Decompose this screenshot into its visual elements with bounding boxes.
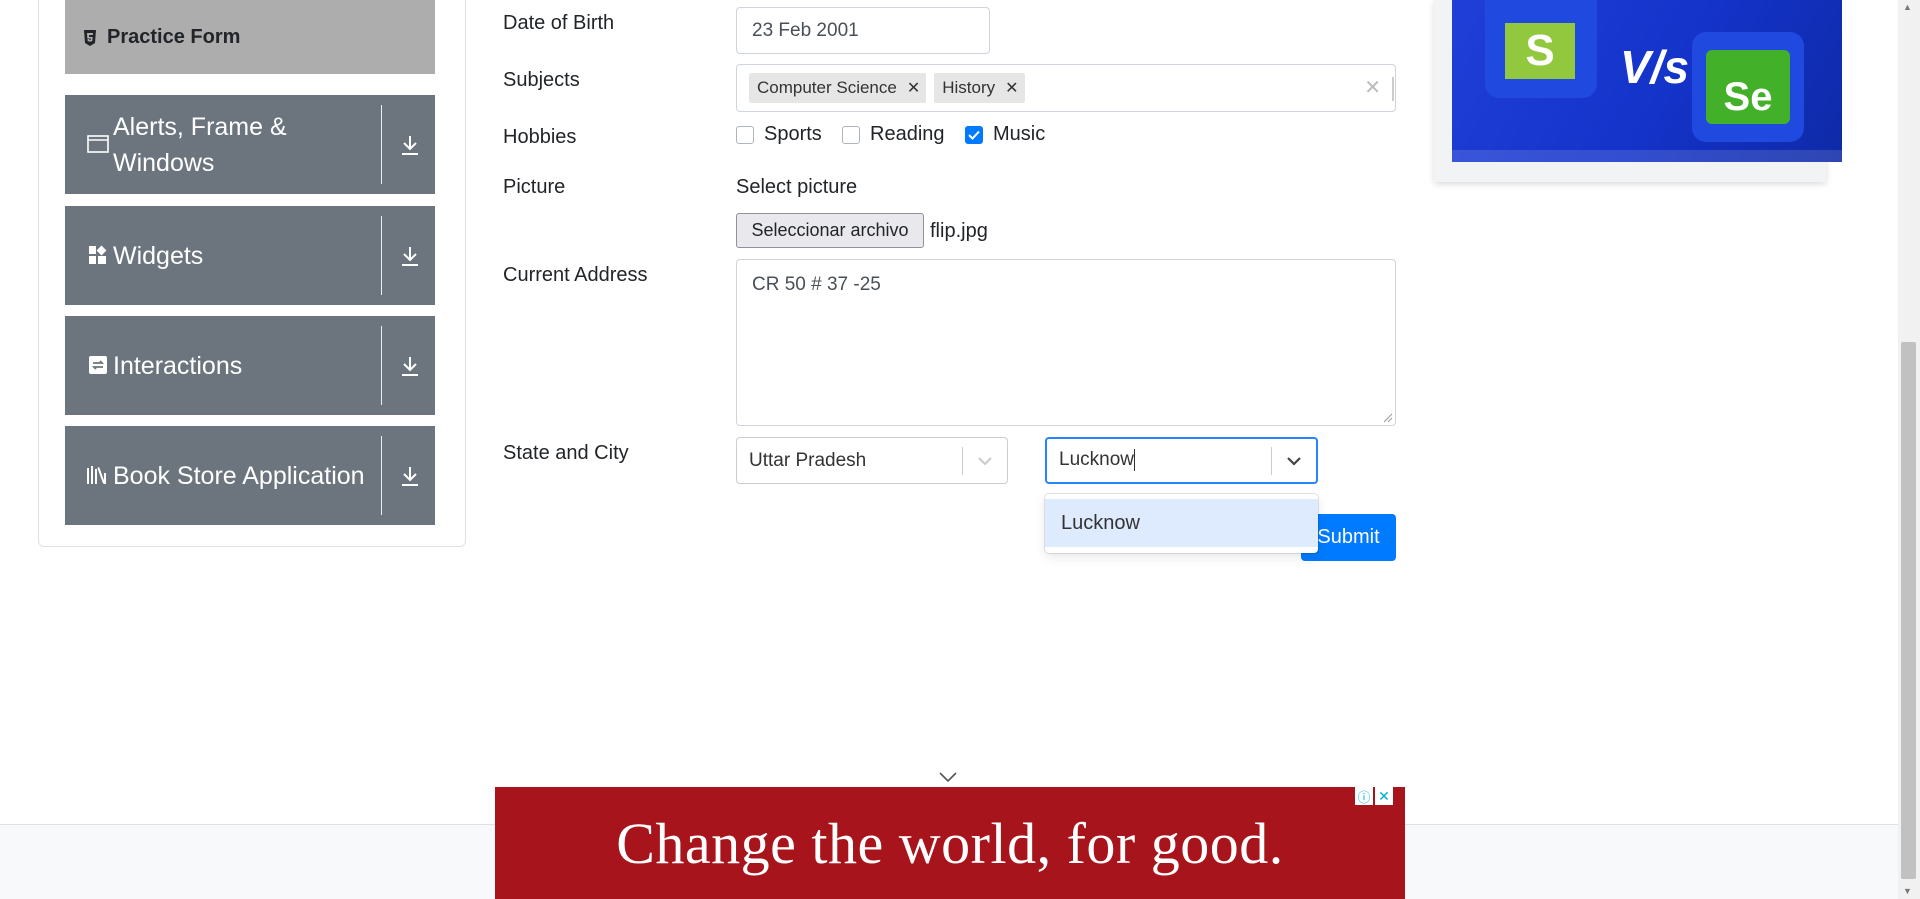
checkbox-checked[interactable]: [965, 125, 983, 144]
divider: [1392, 77, 1394, 101]
clear-all-icon[interactable]: ✕: [1364, 75, 1381, 100]
chevron-down-icon[interactable]: [1272, 456, 1316, 466]
ad-controls: ⓘ ✕: [1355, 787, 1393, 805]
ad-close-icon[interactable]: ✕: [1375, 787, 1393, 805]
city-input[interactable]: Lucknow: [1047, 449, 1271, 472]
city-dropdown-menu: Lucknow: [1045, 494, 1318, 553]
scroll-down-arrow-icon[interactable]: ▼: [1903, 886, 1912, 896]
download-icon[interactable]: [395, 426, 425, 525]
sidebar-group-interactions[interactable]: Interactions: [65, 316, 435, 415]
divider: [381, 105, 382, 184]
ad-banner-bottom[interactable]: Change the world, for good. ⓘ ✕: [495, 787, 1405, 899]
hobby-label: Reading: [870, 123, 945, 145]
hobby-reading[interactable]: Reading: [842, 123, 945, 146]
dob-label: Date of Birth: [503, 12, 615, 34]
subject-chip-label: Computer Science: [757, 78, 897, 97]
sidebar-group-book-store[interactable]: Book Store Application: [65, 426, 435, 525]
chevron-down-icon[interactable]: [963, 456, 1007, 466]
interactions-icon: [86, 353, 110, 377]
ad-text: Change the world, for good.: [616, 810, 1284, 876]
hobby-sports[interactable]: Sports: [736, 123, 822, 146]
address-label: Current Address: [503, 264, 648, 286]
address-text: CR 50 # 37 -25: [752, 274, 881, 295]
ad-info-icon[interactable]: ⓘ: [1355, 787, 1373, 805]
ad-banner-image: S V/s Se: [1452, 0, 1842, 162]
subjects-label: Subjects: [503, 69, 580, 91]
divider: [381, 436, 382, 515]
subject-chip: History ✕: [934, 73, 1025, 103]
divider: [381, 326, 382, 405]
sidebar-group-widgets[interactable]: Widgets: [65, 206, 435, 305]
state-value: Uttar Pradesh: [749, 449, 867, 471]
checkbox[interactable]: [736, 125, 754, 144]
dob-input[interactable]: 23 Feb 2001: [736, 7, 990, 54]
versus-text: V/s: [1620, 41, 1690, 93]
hobby-music[interactable]: Music: [965, 123, 1045, 146]
scrollbar-thumb[interactable]: [1901, 342, 1916, 879]
choose-file-button[interactable]: Seleccionar archivo: [736, 213, 924, 248]
subject-chip-label: History: [942, 78, 996, 97]
checkbox[interactable]: [842, 125, 860, 144]
sidebar-group-label: Widgets: [113, 241, 204, 270]
hobbies-label: Hobbies: [503, 126, 577, 148]
selenium-logo: Se: [1706, 50, 1790, 124]
sidebar-group-alerts[interactable]: Alerts, Frame & Windows: [65, 95, 435, 194]
current-address-textarea[interactable]: CR 50 # 37 -25: [736, 259, 1396, 426]
sidebar-group-label: Book Store Application: [113, 461, 365, 490]
hobby-label: Sports: [764, 123, 822, 145]
file-name: flip.jpg: [930, 220, 988, 242]
html5-icon: [83, 30, 97, 46]
city-select[interactable]: Lucknow: [1045, 437, 1318, 484]
city-option[interactable]: Lucknow: [1045, 499, 1318, 547]
widgets-icon: [86, 243, 110, 267]
window-icon: [86, 132, 110, 156]
divider: [381, 216, 382, 295]
picture-label: Picture: [503, 176, 566, 198]
remove-chip-icon[interactable]: ✕: [907, 78, 920, 98]
sidebar-group-label: Alerts, Frame & Windows: [113, 112, 287, 177]
download-icon[interactable]: [395, 316, 425, 415]
katalon-logo-tile: S: [1485, 0, 1597, 98]
collapse-ad-chevron-icon[interactable]: [938, 770, 958, 788]
subject-chip: Computer Science ✕: [749, 73, 927, 103]
ad-banner-top[interactable]: S V/s Se: [1434, 0, 1842, 182]
remove-chip-icon[interactable]: ✕: [1005, 78, 1018, 98]
books-icon: [86, 463, 110, 487]
check-icon: [968, 130, 980, 140]
scroll-up-arrow-icon[interactable]: ▲: [1903, 2, 1912, 12]
katalon-logo: S: [1505, 23, 1575, 79]
state-select[interactable]: Uttar Pradesh: [736, 437, 1008, 484]
selenium-logo-tile: Se: [1692, 32, 1804, 142]
hobby-label: Music: [993, 123, 1046, 145]
sidebar-item-label: Practice Form: [107, 25, 241, 48]
resize-handle-icon[interactable]: [1381, 411, 1393, 423]
download-icon[interactable]: [395, 95, 425, 194]
download-icon[interactable]: [395, 206, 425, 305]
sidebar-item-practice-form[interactable]: Practice Form: [65, 0, 435, 74]
sidebar-group-label: Interactions: [113, 351, 243, 380]
picture-prompt: Select picture: [736, 176, 858, 198]
state-city-label: State and City: [503, 442, 629, 464]
subjects-input[interactable]: Computer Science ✕ History ✕ ✕: [736, 64, 1396, 112]
